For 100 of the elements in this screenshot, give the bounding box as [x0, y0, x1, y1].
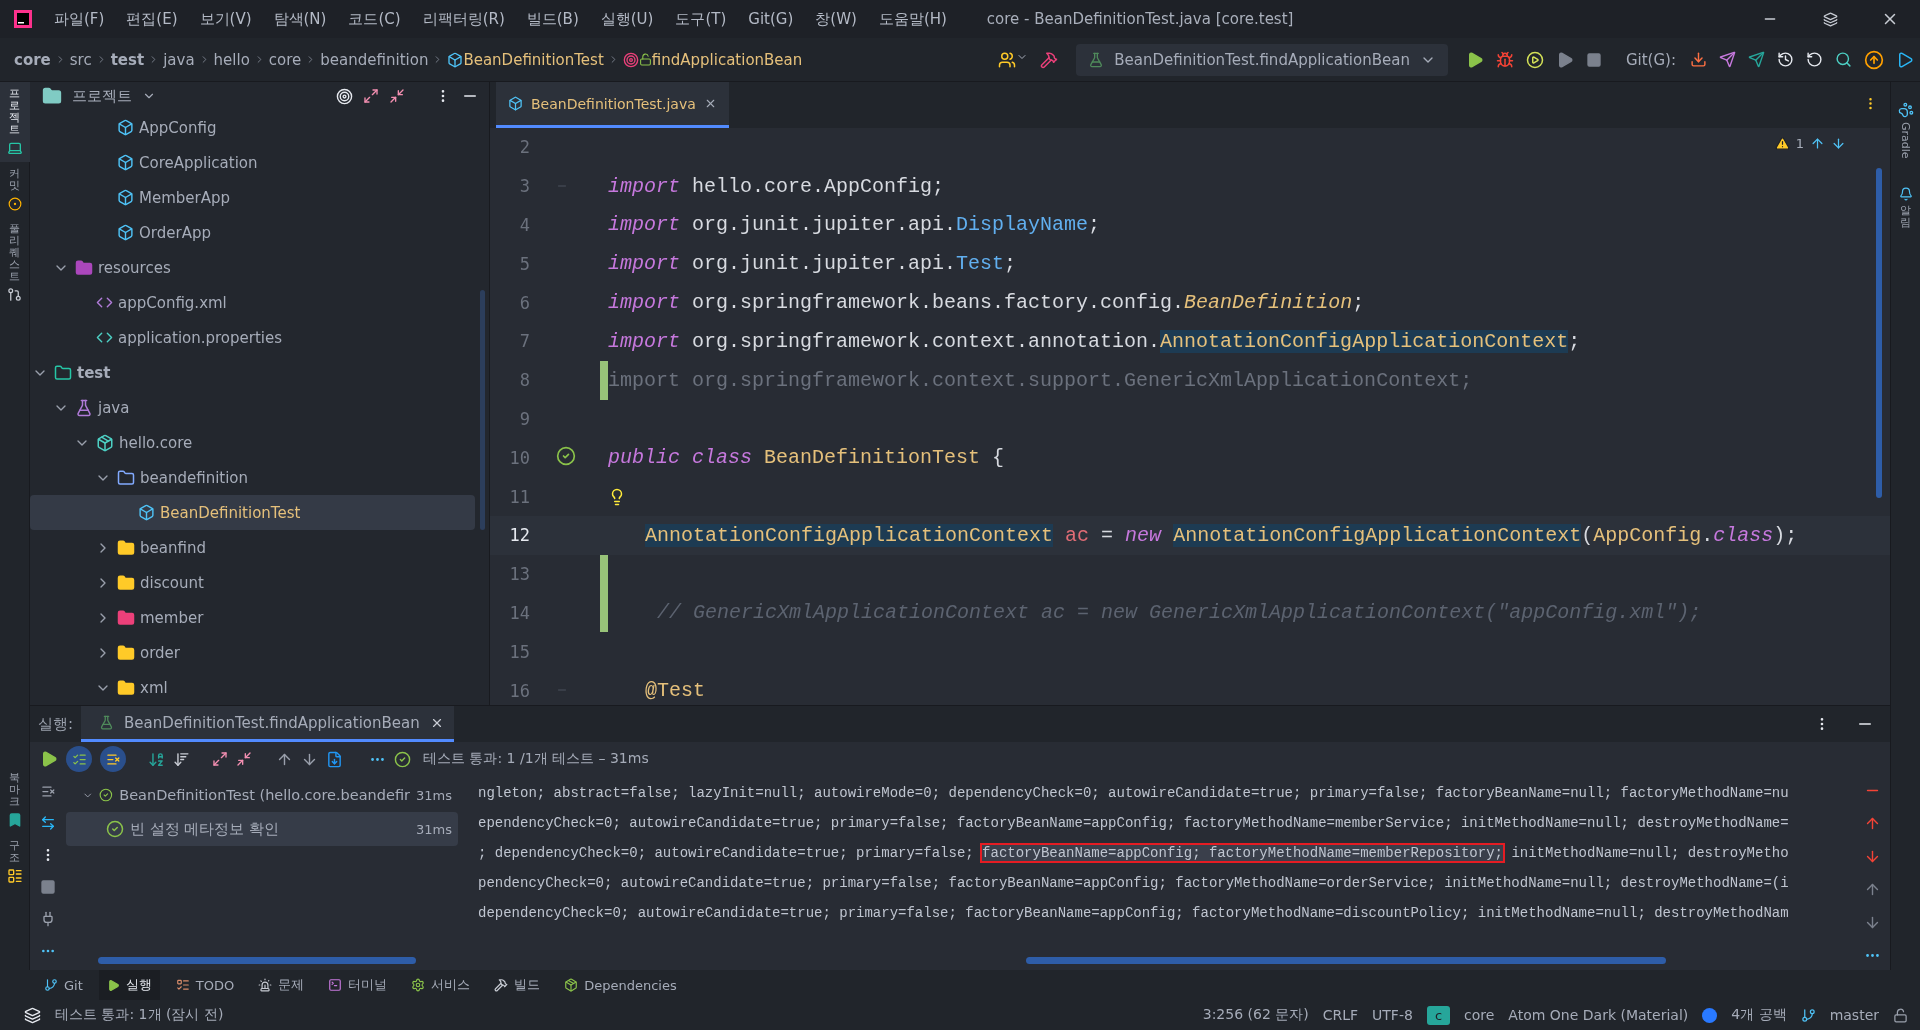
tree-item[interactable]: member: [30, 600, 475, 635]
tree-item[interactable]: resources: [30, 250, 475, 285]
tree-item[interactable]: OrderApp: [30, 215, 475, 250]
sort-duration-icon[interactable]: [173, 750, 190, 768]
tree-item[interactable]: application.properties: [30, 320, 475, 355]
layers-icon[interactable]: [24, 1006, 41, 1024]
menu-item[interactable]: 보기(V): [199, 9, 252, 29]
line-ending[interactable]: CRLF: [1322, 1007, 1359, 1023]
stop-icon[interactable]: [1585, 51, 1602, 68]
swap-icon[interactable]: [40, 815, 56, 831]
tree-item[interactable]: hello.core: [30, 425, 475, 460]
expand-icon[interactable]: [212, 751, 228, 767]
indent-setting[interactable]: 4개 공백: [1731, 1006, 1787, 1024]
side-tab[interactable]: Gradle: [1890, 96, 1920, 165]
tool-window-tab[interactable]: 서비스: [403, 970, 479, 1000]
caret-position[interactable]: 3:256 (62 문자): [1202, 1006, 1309, 1024]
tree-item[interactable]: test: [30, 355, 475, 390]
breadcrumb-item[interactable]: hello: [213, 50, 250, 69]
plug-icon[interactable]: [40, 911, 56, 927]
tool-window-tab[interactable]: 문제: [250, 970, 313, 1000]
menu-item[interactable]: 창(W): [815, 9, 857, 29]
play-icon[interactable]: [1896, 50, 1914, 69]
tool-window-tab[interactable]: Git: [36, 970, 91, 1000]
breadcrumb-item[interactable]: core: [268, 50, 302, 69]
side-tab[interactable]: 북마크: [0, 765, 30, 834]
menu-item[interactable]: 실행(U): [600, 9, 654, 29]
coverage-icon[interactable]: [1525, 50, 1544, 69]
menu-item[interactable]: 탐색(N): [273, 9, 327, 29]
tree-item[interactable]: AppConfig: [30, 110, 475, 145]
tree-item[interactable]: MemberApp: [30, 180, 475, 215]
sort-icon[interactable]: [148, 750, 165, 768]
scrollbar[interactable]: [1876, 168, 1882, 498]
breadcrumb-item[interactable]: findApplicationBean: [651, 50, 803, 69]
breadcrumb-item[interactable]: beandefinition: [320, 50, 429, 69]
menu-item[interactable]: Git(G): [748, 10, 794, 28]
download-icon[interactable]: [1690, 51, 1707, 68]
menu-item[interactable]: 리팩터링(R): [422, 9, 505, 29]
hammer-icon[interactable]: [1040, 50, 1059, 69]
expand-icon[interactable]: [363, 88, 379, 104]
module-name[interactable]: core: [1464, 1007, 1495, 1023]
tree-item[interactable]: order: [30, 635, 475, 670]
tree-item[interactable]: java: [30, 390, 475, 425]
show-ignored-button[interactable]: [100, 746, 126, 772]
clear-icon[interactable]: [40, 784, 56, 799]
git-branch[interactable]: master: [1829, 1007, 1879, 1023]
check-icon[interactable]: [556, 445, 576, 466]
play-icon[interactable]: [40, 750, 58, 768]
tree-item[interactable]: xml: [30, 670, 475, 705]
send-icon[interactable]: [1748, 51, 1765, 68]
menu-item[interactable]: 빌드(B): [526, 9, 579, 29]
tree-item[interactable]: beanfind: [30, 530, 475, 565]
tool-window-tab[interactable]: 실행: [98, 970, 160, 1000]
scrollbar[interactable]: [1026, 957, 1666, 964]
panel-title[interactable]: 프로젝트: [72, 86, 132, 106]
collapse-icon[interactable]: [236, 751, 252, 767]
tool-window-tab[interactable]: TODO: [167, 970, 243, 1000]
scrollbar[interactable]: [98, 957, 416, 964]
breadcrumb-item[interactable]: test: [110, 50, 145, 69]
side-tab[interactable]: 풀 리퀘스트: [0, 216, 30, 309]
locate-icon[interactable]: [336, 87, 353, 105]
test-class-row[interactable]: BeanDefinitionTest (hello.core.beandefir 31ms: [66, 778, 458, 812]
run-config-dropdown[interactable]: BeanDefinitionTest.findApplicationBean: [1076, 43, 1448, 76]
tree-item[interactable]: beandefinition: [30, 460, 475, 495]
tool-window-tab[interactable]: 빌드: [486, 970, 549, 1000]
send-icon[interactable]: [1719, 51, 1736, 68]
tree-item[interactable]: appConfig.xml: [30, 285, 475, 320]
breadcrumb-item[interactable]: java: [163, 50, 195, 69]
collapse-icon[interactable]: [389, 88, 405, 104]
side-tab[interactable]: 알림: [1890, 180, 1920, 235]
test-method-row[interactable]: 빈 설정 메타정보 확인 31ms: [66, 812, 458, 846]
tool-window-tab[interactable]: Dependencies: [556, 970, 685, 1000]
side-tab[interactable]: 커밋: [0, 162, 30, 217]
breadcrumb-item[interactable]: src: [69, 50, 92, 69]
show-passed-button[interactable]: [66, 746, 92, 772]
breadcrumb-item[interactable]: core: [14, 50, 51, 69]
tree-item[interactable]: BeanDefinitionTest: [30, 495, 475, 530]
arrow-down-icon[interactable]: [1831, 136, 1846, 151]
lock-icon[interactable]: [1893, 1007, 1908, 1023]
stop-icon[interactable]: [40, 879, 56, 895]
tree-item[interactable]: discount: [30, 565, 475, 600]
rollback-icon[interactable]: [1806, 51, 1823, 68]
tool-window-tab[interactable]: 터미널: [320, 970, 396, 1000]
breadcrumb-item[interactable]: BeanDefinitionTest: [463, 50, 604, 69]
menu-item[interactable]: 파일(F): [54, 9, 105, 29]
editor-tab[interactable]: BeanDefinitionTest.java: [496, 82, 729, 128]
menu-item[interactable]: 도움말(H): [878, 9, 947, 29]
search-icon[interactable]: [1835, 51, 1852, 68]
scrollbar[interactable]: [480, 290, 485, 530]
status-dot[interactable]: [1702, 1007, 1718, 1023]
run-tab[interactable]: BeanDefinitionTest.findApplicationBean: [81, 706, 454, 742]
side-tab[interactable]: 구조: [0, 833, 30, 890]
update-icon[interactable]: [1864, 49, 1884, 70]
menu-item[interactable]: 코드(C): [348, 9, 401, 29]
menu-item[interactable]: 편집(E): [126, 9, 178, 29]
file-encoding[interactable]: UTF-8: [1372, 1007, 1413, 1023]
theme-name[interactable]: Atom One Dark (Material): [1508, 1007, 1689, 1023]
export-icon[interactable]: [326, 750, 343, 768]
people-icon[interactable]: [998, 50, 1017, 69]
menu-item[interactable]: 도구(T): [675, 9, 727, 29]
bug-icon[interactable]: [1495, 50, 1514, 69]
